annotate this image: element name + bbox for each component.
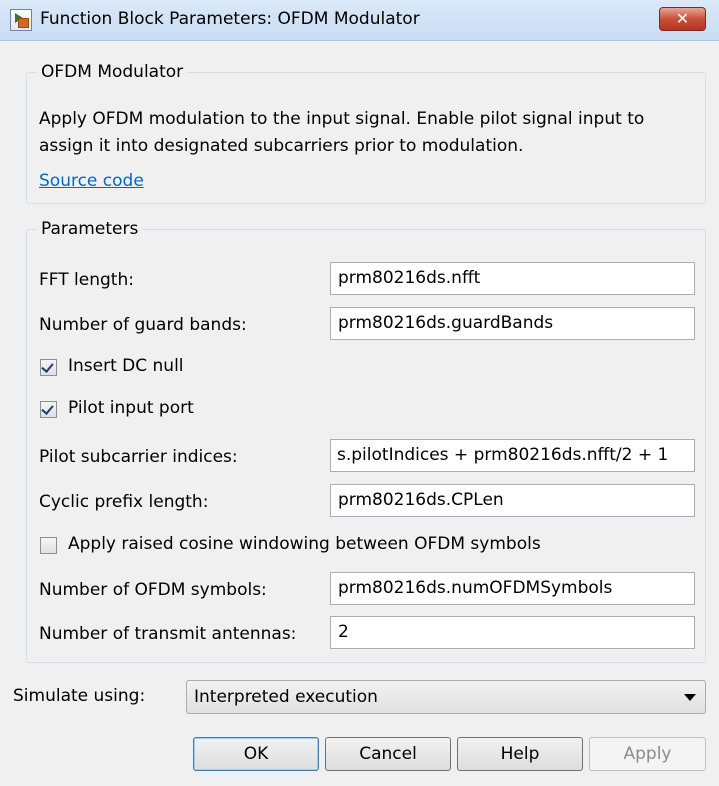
raised-cosine-label: Apply raised cosine windowing between OF… — [68, 534, 541, 554]
simulate-using-dropdown[interactable]: Interpreted execution — [186, 680, 706, 714]
apply-button[interactable]: Apply — [589, 737, 706, 771]
cancel-button[interactable]: Cancel — [325, 737, 451, 771]
help-button[interactable]: Help — [457, 737, 583, 771]
cyclic-prefix-label: Cyclic prefix length: — [39, 492, 209, 512]
parameters-legend: Parameters — [41, 219, 139, 239]
num-ofdm-symbols-input[interactable]: prm80216ds.numOFDMSymbols — [330, 572, 695, 605]
block-description: Apply OFDM modulation to the input signa… — [39, 109, 645, 156]
checkmark-icon — [41, 402, 54, 415]
num-ofdm-symbols-label: Number of OFDM symbols: — [39, 580, 267, 600]
source-code-link[interactable]: Source code — [39, 171, 144, 191]
insert-dc-null-checkbox[interactable] — [40, 359, 57, 376]
pilot-indices-input[interactable]: s.pilotIndices + prm80216ds.nfft/2 + 1 — [330, 439, 695, 472]
guard-bands-label: Number of guard bands: — [39, 315, 247, 335]
fft-length-input[interactable]: prm80216ds.nfft — [330, 262, 695, 295]
ok-button[interactable]: OK — [193, 737, 319, 771]
fft-length-label: FFT length: — [39, 270, 134, 290]
simulate-using-value: Interpreted execution — [194, 687, 378, 707]
block-group-legend: OFDM Modulator — [41, 62, 184, 82]
cyclic-prefix-input[interactable]: prm80216ds.CPLen — [330, 484, 695, 517]
simulink-block-icon — [10, 9, 32, 31]
dialog-window: Function Block Parameters: OFDM Modulato… — [0, 0, 719, 786]
close-button[interactable]: ✕ — [659, 7, 706, 31]
window-title: Function Block Parameters: OFDM Modulato… — [40, 9, 420, 29]
checkmark-icon — [41, 360, 54, 373]
chevron-down-icon — [684, 694, 696, 701]
pilot-input-port-checkbox[interactable] — [40, 401, 57, 418]
num-antennas-label: Number of transmit antennas: — [39, 624, 297, 644]
guard-bands-input[interactable]: prm80216ds.guardBands — [330, 307, 695, 340]
pilot-input-port-label: Pilot input port — [68, 398, 194, 418]
insert-dc-null-label: Insert DC null — [68, 356, 184, 376]
num-antennas-input[interactable]: 2 — [330, 616, 695, 649]
raised-cosine-checkbox[interactable] — [40, 537, 57, 554]
pilot-indices-label: Pilot subcarrier indices: — [39, 447, 238, 467]
title-bar[interactable]: Function Block Parameters: OFDM Modulato… — [0, 0, 719, 41]
simulate-using-label: Simulate using: — [13, 686, 146, 706]
close-icon: ✕ — [675, 9, 690, 28]
